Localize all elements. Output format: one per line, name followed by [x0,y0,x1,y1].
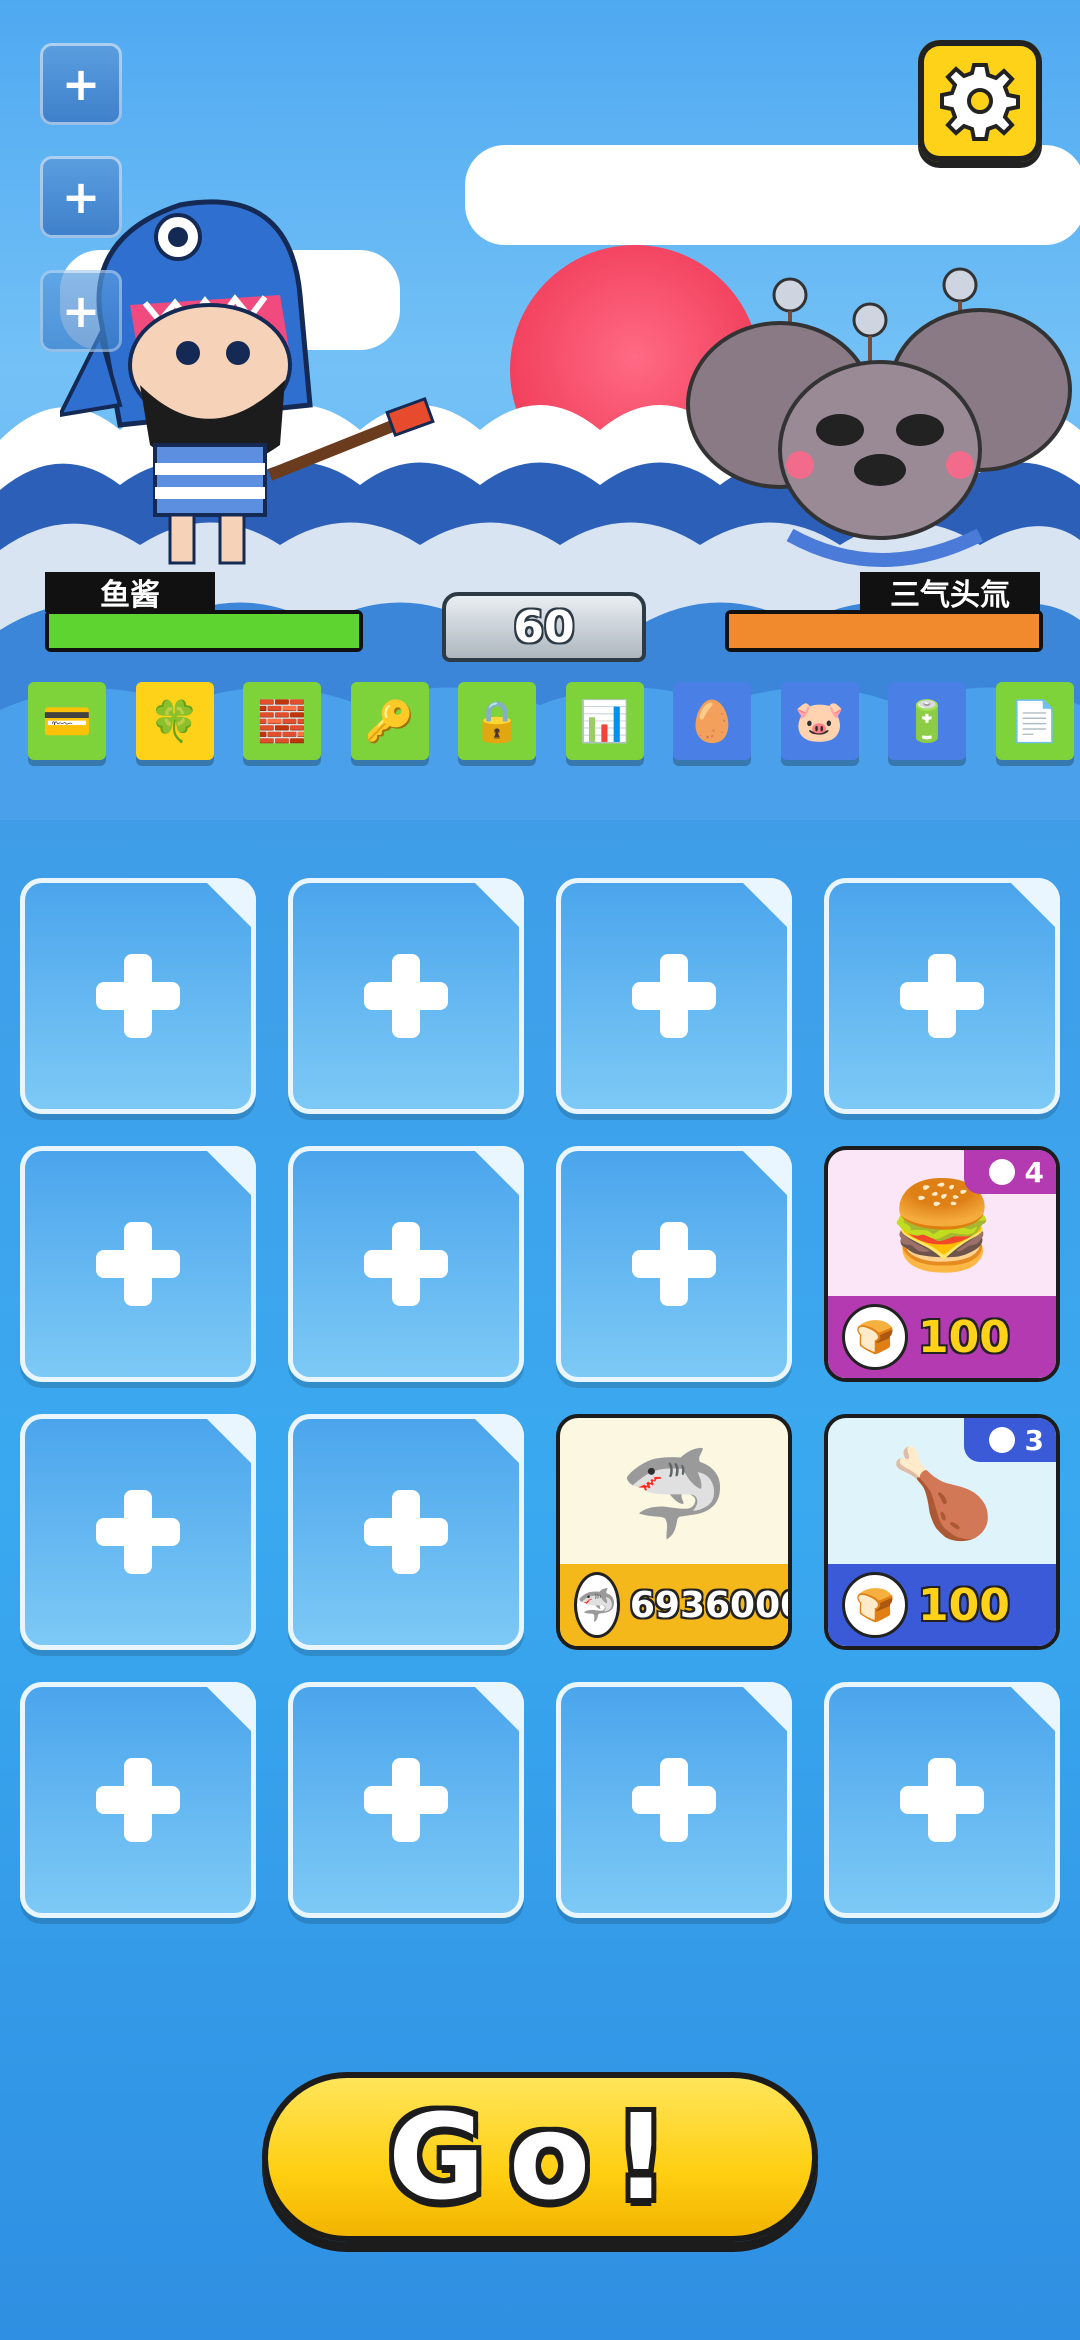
go-button[interactable]: Go! [262,2072,818,2242]
hero-name-plate: 鱼酱 [45,572,215,613]
empty-slot[interactable] [20,878,256,1114]
shark-price: 69360000 [629,1584,788,1626]
gem-icon [988,1427,1015,1453]
plus-icon [96,1758,180,1842]
clover-icon[interactable]: 🍀 [135,682,214,760]
plus-icon: + [61,170,101,224]
plus-icon [96,1490,180,1574]
empty-slot[interactable] [20,1414,256,1650]
document-icon[interactable]: 📄 [995,682,1074,760]
side-add-button-1[interactable]: + [40,43,122,125]
burger-price: 100 [918,1311,1010,1363]
piggy-bank-icon[interactable]: 🐷 [780,682,859,760]
empty-slot[interactable] [288,1682,524,1918]
plus-icon [900,954,984,1038]
gear-icon [940,63,1020,141]
bread-icon: 🍞 [842,1572,908,1638]
chicken-level: 3 [1024,1423,1044,1457]
bread-icon: 🍞 [842,1304,908,1370]
lock-icon[interactable]: 🔒 [458,682,536,760]
plus-icon [632,1222,716,1306]
plus-icon [364,954,448,1038]
shark-icon: 🦈 [620,1443,728,1544]
empty-slot[interactable] [288,878,524,1114]
plus-icon [632,1758,716,1842]
enemy-hp-fill [729,614,1039,648]
key-icon[interactable]: 🔑 [350,682,429,760]
empty-slot[interactable] [556,1682,792,1918]
round-value: 60 [513,601,575,653]
chicken-price: 100 [918,1579,1010,1631]
empty-slot[interactable] [20,1682,256,1918]
battery-icon[interactable]: 🔋 [888,682,966,760]
empty-slot[interactable] [824,878,1060,1114]
empty-slot[interactable] [824,1682,1060,1918]
burger-level-badge: 4 [964,1150,1056,1194]
gem-card-icon[interactable]: 💳 [28,682,106,760]
enemy-character [686,267,1072,567]
shark-price-bar: 🦈 69360000 [560,1564,788,1646]
round-counter: 60 [442,592,646,662]
shark-fin-icon: 🦈 [574,1572,620,1638]
plus-icon [364,1758,448,1842]
enemy-hp-bar [725,610,1043,652]
plus-icon: + [61,57,101,111]
empty-slot[interactable] [288,1146,524,1382]
enemy-name-plate: 三气头氚 [860,572,1040,613]
hero-hp-bar [45,610,363,652]
hero-hp-fill [49,614,359,648]
hero-character [60,199,435,565]
wall-icon[interactable]: 🧱 [243,682,321,760]
empty-slot[interactable] [288,1414,524,1650]
plus-icon: + [61,284,101,338]
empty-slot[interactable] [20,1146,256,1382]
plus-icon [364,1222,448,1306]
side-add-button-3[interactable]: + [40,270,122,352]
empty-slot[interactable] [556,878,792,1114]
hero-name: 鱼酱 [100,578,160,613]
plus-icon [900,1758,984,1842]
shark-card[interactable]: 🦈 🦈 69360000 [556,1414,792,1650]
plus-icon [364,1490,448,1574]
plus-icon [632,954,716,1038]
chicken-card[interactable]: 🍗 3 🍞 100 [824,1414,1060,1650]
go-button-label: Go! [388,2088,692,2226]
enemy-name: 三气头氚 [890,578,1010,613]
plus-icon [96,954,180,1038]
gem-icon [988,1159,1015,1185]
empty-slot[interactable] [556,1146,792,1382]
plus-icon [96,1222,180,1306]
settings-button[interactable] [918,40,1042,162]
burger-level: 4 [1024,1155,1044,1189]
side-add-button-2[interactable]: + [40,156,122,238]
chicken-level-badge: 3 [964,1418,1056,1462]
burger-card[interactable]: 🍔 4 🍞 100 [824,1146,1060,1382]
burger-price-bar: 🍞 100 [828,1296,1056,1378]
chart-card-icon[interactable]: 📊 [565,682,644,760]
chicken-price-bar: 🍞 100 [828,1564,1056,1646]
egg-nest-icon[interactable]: 🥚 [673,682,751,760]
item-row: 💳 🍀 🧱 🔑 🔒 📊 🥚 🐷 🔋 📄 [28,682,1080,764]
